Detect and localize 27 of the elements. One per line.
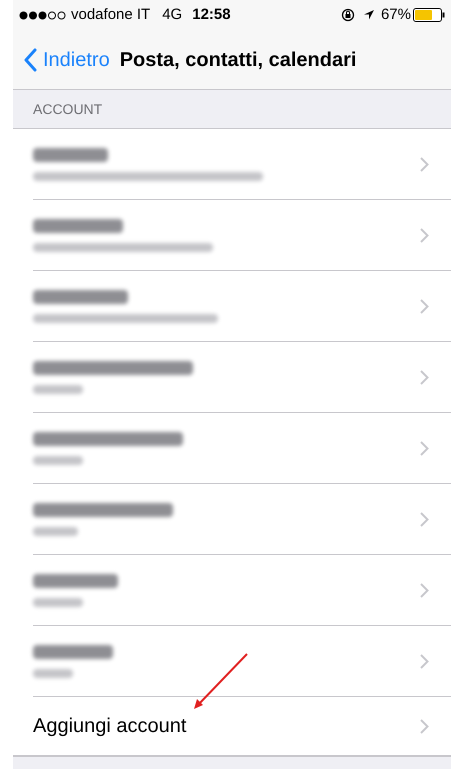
chevron-icon [420, 654, 429, 668]
battery-icon [413, 8, 445, 22]
chevron-icon [420, 370, 429, 384]
back-chevron-icon [23, 48, 37, 72]
screen-title: Posta, contatti, calendari [120, 48, 356, 72]
add-account-row[interactable]: Aggiungi account [13, 697, 451, 756]
chevron-icon [420, 582, 429, 598]
blurred-account-details [33, 456, 83, 464]
chevron-icon [420, 298, 429, 314]
chevron-icon [420, 156, 429, 172]
chevron-icon [420, 228, 429, 242]
blurred-account-details [33, 598, 83, 606]
chevron-icon [420, 440, 429, 456]
section-header: ACCOUNT [33, 100, 102, 119]
annotation-arrow [194, 653, 248, 709]
battery-percentage: 67% [380, 4, 411, 25]
clock-time: 12:58 [192, 4, 231, 25]
network-type: 4G [162, 4, 182, 25]
blurred-account-details [33, 668, 73, 678]
signal-strength-icon [19, 10, 67, 20]
blurred-account-details [33, 384, 83, 394]
location-arrow-icon [362, 9, 375, 21]
carrier-name: vodafone IT [71, 4, 150, 25]
rotation-lock-icon [340, 8, 355, 22]
chevron-icon [420, 512, 429, 526]
chevron-icon [420, 718, 429, 734]
blurred-account-details [33, 526, 78, 536]
